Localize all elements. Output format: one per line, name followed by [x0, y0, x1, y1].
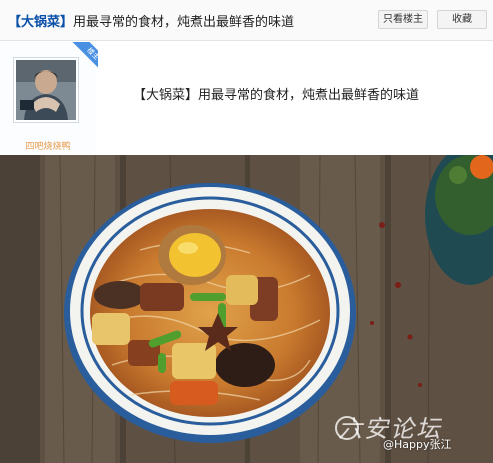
thread-title: 【大锅菜】用最寻常的食材，炖煮出最鲜香的味道 — [8, 11, 294, 30]
op-badge-label: 楼主 — [71, 42, 98, 76]
op-badge: 楼主 — [54, 42, 98, 86]
thread-title-tag: 【大锅菜】 — [8, 15, 74, 30]
only-op-button[interactable]: 只看楼主 — [378, 10, 428, 29]
author-card: 楼主 四吧烧烧鸭 — [0, 42, 98, 154]
thread-title-text: 用最寻常的食材，炖煮出最鲜香的味道 — [73, 15, 295, 30]
weibo-watermark: @Happy张江 — [383, 438, 452, 451]
thread-header: 【大锅菜】用最寻常的食材，炖煮出最鲜香的味道 只看楼主 收藏 — [0, 0, 493, 41]
post-title: 【大锅菜】用最寻常的食材，炖煮出最鲜香的味道 — [133, 88, 420, 103]
forum-thread-page: 【大锅菜】用最寻常的食材，炖煮出最鲜香的味道 只看楼主 收藏 楼主 四吧烧烧鸭 … — [0, 0, 493, 463]
author-username[interactable]: 四吧烧烧鸭 — [0, 139, 96, 152]
favorite-button[interactable]: 收藏 — [437, 10, 487, 29]
